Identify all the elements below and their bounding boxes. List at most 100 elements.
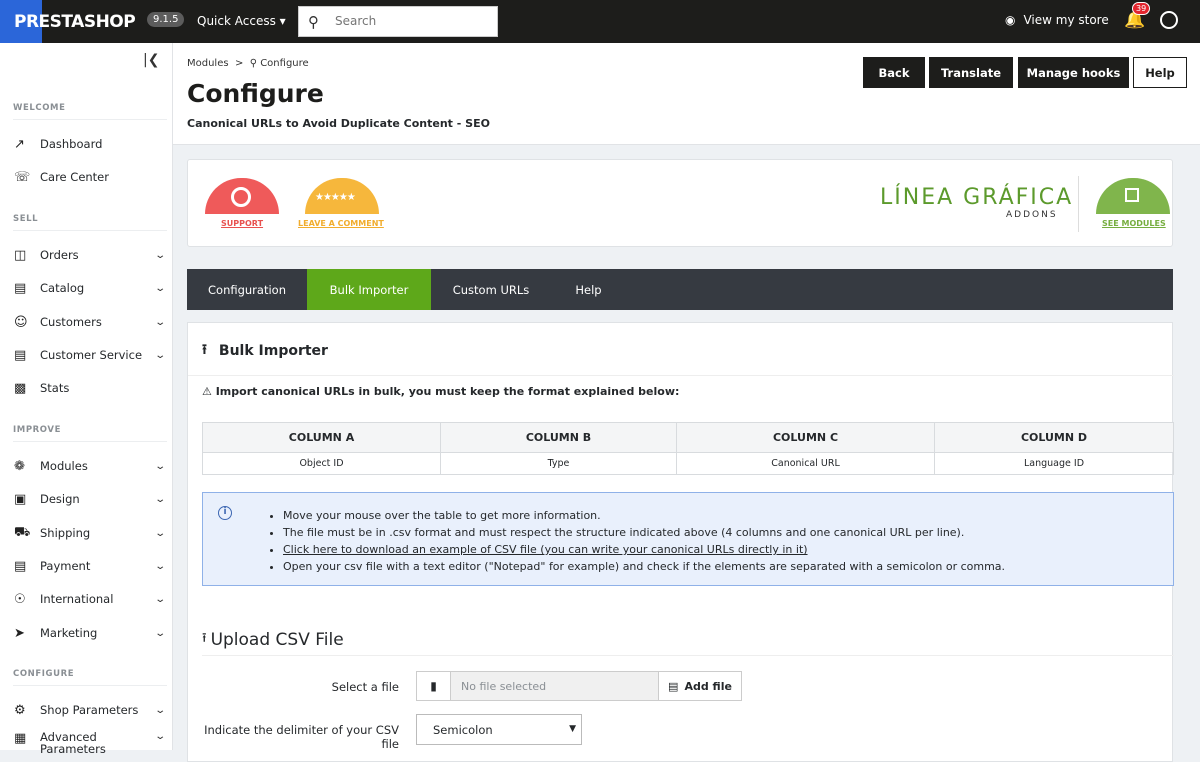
- add-file-label: Add file: [684, 679, 732, 693]
- sidebar-item-label: Payment: [40, 559, 91, 573]
- table-header-row: COLUMN A COLUMN B COLUMN C COLUMN D: [202, 422, 1174, 453]
- sidebar-item-customers[interactable]: ☺ Customers ⌄: [14, 311, 166, 333]
- see-modules-link[interactable]: SEE MODULES: [1102, 219, 1166, 228]
- account-circle-icon: ☺: [14, 314, 28, 330]
- sidebar-item-catalog[interactable]: ▤ Catalog ⌄: [14, 277, 166, 299]
- logo[interactable]: PRESTASHOP: [14, 12, 136, 32]
- caret-down-icon: ▾: [279, 14, 286, 28]
- upload-heading: ⭱ Upload CSV File: [202, 629, 344, 651]
- sidebar-item-label: Dashboard: [40, 137, 103, 151]
- store-icon: ▤: [14, 280, 27, 296]
- select-file-label: Select a file: [331, 680, 399, 694]
- sidebar-item-label: Customers: [40, 315, 102, 329]
- list-item: Click here to download an example of CSV…: [283, 541, 1005, 558]
- chevron-down-icon: ⌄: [153, 493, 166, 505]
- divider: [13, 441, 167, 442]
- sidebar-item-marketing[interactable]: ➤ Marketing ⌄: [14, 622, 166, 644]
- column-header: COLUMN A: [202, 422, 441, 453]
- notification-count: 39: [1132, 2, 1151, 15]
- chevron-down-icon: ⌄: [153, 282, 166, 294]
- collapse-sidebar-icon[interactable]: |❮: [143, 52, 159, 68]
- sidebar-item-label: Catalog: [40, 281, 85, 295]
- sidebar-item-label: Stats: [40, 381, 70, 395]
- page-subtitle: Canonical URLs to Avoid Duplicate Conten…: [187, 117, 490, 130]
- sidebar-item-payment[interactable]: ▤ Payment ⌄: [14, 555, 166, 577]
- sidebar-item-label: Design: [40, 492, 80, 506]
- sidebar-item-customer-service[interactable]: ▤ Customer Service ⌄: [14, 344, 166, 366]
- eye-icon: ◉: [1005, 13, 1016, 27]
- translate-button[interactable]: Translate: [929, 57, 1013, 88]
- sidebar-item-label: Orders: [40, 248, 79, 262]
- search-icon: ⚲: [308, 13, 319, 31]
- divider: [1078, 176, 1079, 232]
- puzzle-icon: ❁: [14, 458, 25, 474]
- brand-logo: LÍNEA GRÁFICA: [880, 185, 1074, 210]
- info-list: Move your mouse over the table to get mo…: [283, 507, 1005, 575]
- support-badge[interactable]: [205, 178, 279, 214]
- sidebar-item-dashboard[interactable]: ↗ Dashboard: [14, 133, 164, 155]
- sidebar-item-label: Customer Service: [40, 348, 143, 362]
- modules-badge[interactable]: [1096, 178, 1170, 214]
- chevron-down-icon: ⌄: [153, 560, 166, 572]
- version-badge: 9.1.5: [147, 12, 185, 27]
- top-bar: PRESTASHOP 9.1.5 Quick Access ▾ ⚲ ◉ View…: [0, 0, 1200, 43]
- add-file-button[interactable]: ▤ Add file: [658, 672, 741, 700]
- divider: [13, 230, 167, 231]
- breadcrumb-current: Configure: [260, 58, 309, 69]
- comment-badge[interactable]: ★★★★★: [305, 178, 379, 214]
- external-link-icon: [1125, 188, 1139, 202]
- basket-icon: ◫: [14, 247, 27, 263]
- info-alert: i Move your mouse over the table to get …: [202, 492, 1174, 586]
- manage-hooks-button[interactable]: Manage hooks: [1018, 57, 1129, 88]
- credit-card-icon: ▤: [14, 558, 27, 574]
- table-row: Object ID Type Canonical URL Language ID: [202, 452, 1174, 475]
- file-name-display[interactable]: No file selected: [451, 672, 658, 700]
- sidebar-item-advanced-parameters[interactable]: ▦ Advanced Parameters ⌄: [14, 731, 166, 757]
- search-box[interactable]: ⚲: [298, 6, 498, 37]
- tab-custom-urls[interactable]: Custom URLs: [431, 269, 551, 310]
- format-table[interactable]: COLUMN A COLUMN B COLUMN C COLUMN D Obje…: [202, 422, 1174, 475]
- list-item: Open your csv file with a text editor ("…: [283, 558, 1005, 575]
- back-button[interactable]: Back: [863, 57, 925, 88]
- module-banner: SUPPORT ★★★★★ LEAVE A COMMENT LÍNEA GRÁF…: [187, 159, 1173, 247]
- sidebar-item-shop-parameters[interactable]: ⚙ Shop Parameters ⌄: [14, 699, 166, 721]
- table-cell: Language ID: [934, 452, 1174, 475]
- sidebar-item-modules[interactable]: ❁ Modules ⌄: [14, 455, 166, 477]
- tab-configuration[interactable]: Configuration: [187, 269, 307, 310]
- quick-access-label: Quick Access: [197, 14, 276, 28]
- file-icon: ▮: [417, 672, 451, 700]
- column-header: COLUMN B: [440, 422, 677, 453]
- leave-comment-link[interactable]: LEAVE A COMMENT: [298, 219, 384, 228]
- page-header: Modules > ⚲ Configure Configure Canonica…: [173, 43, 1200, 145]
- sidebar-item-orders[interactable]: ◫ Orders ⌄: [14, 244, 166, 266]
- list-item: Move your mouse over the table to get mo…: [283, 507, 1005, 524]
- chevron-down-icon: ⌄: [153, 704, 166, 716]
- chevron-down-icon: ⌄: [153, 316, 166, 328]
- bulk-importer-panel: ⭱ Bulk Importer ⚠ Import canonical URLs …: [187, 322, 1174, 762]
- sidebar-item-international[interactable]: ☉ International ⌄: [14, 588, 166, 610]
- chevron-down-icon: ⌄: [153, 460, 166, 472]
- chat-icon: ▤: [14, 347, 27, 363]
- view-store-link[interactable]: ◉ View my store: [1005, 13, 1109, 27]
- file-picker[interactable]: ▮ No file selected ▤ Add file: [416, 671, 742, 701]
- support-link[interactable]: SUPPORT: [221, 219, 263, 228]
- delimiter-value: Semicolon: [433, 722, 493, 737]
- sidebar-item-shipping[interactable]: ⛟ Shipping ⌄: [14, 522, 166, 544]
- delimiter-select[interactable]: Semicolon ▼: [416, 714, 582, 745]
- tab-bulk-importer[interactable]: Bulk Importer: [307, 269, 431, 310]
- warning-icon: ⚠: [202, 385, 212, 398]
- sidebar-item-care-center[interactable]: ☏ Care Center: [14, 166, 164, 188]
- column-header: COLUMN C: [676, 422, 935, 453]
- chevron-down-icon: ⌄: [153, 527, 166, 539]
- quick-access-button[interactable]: Quick Access ▾: [197, 14, 286, 28]
- upload-title: Upload CSV File: [210, 630, 344, 650]
- tab-help[interactable]: Help: [551, 269, 626, 310]
- help-button[interactable]: Help: [1133, 57, 1187, 88]
- sidebar-item-stats[interactable]: ▩ Stats: [14, 377, 164, 399]
- sidebar-item-label: Modules: [40, 459, 88, 473]
- breadcrumb-modules[interactable]: Modules: [187, 58, 229, 69]
- search-input[interactable]: [335, 14, 485, 28]
- download-example-link[interactable]: Click here to download an example of CSV…: [283, 543, 808, 556]
- user-icon[interactable]: [1160, 11, 1178, 29]
- sidebar-item-design[interactable]: ▣ Design ⌄: [14, 488, 166, 510]
